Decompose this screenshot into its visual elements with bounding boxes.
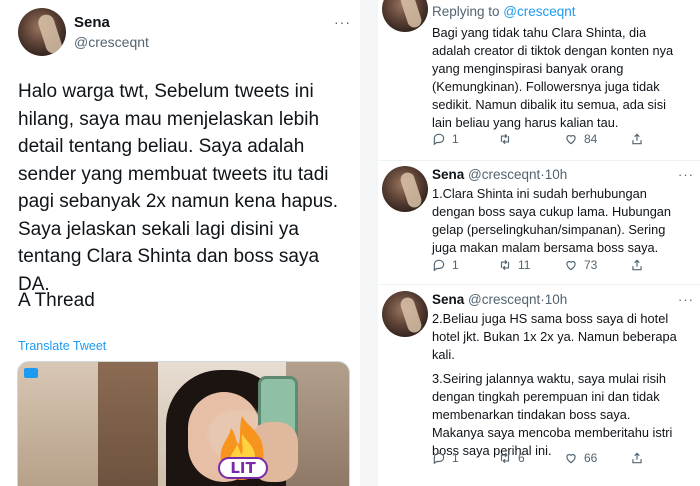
reply-text-line: sedikit. Namun dibalik itu semua, ada si… [432,97,667,112]
like-count: 73 [584,258,598,272]
replying-prefix: Replying to [432,4,504,19]
reply-text-line: Bagi yang tidak tahu Clara Shinta, dia [432,25,647,40]
reply-text-line: Makanya saya mencoba memberitahu istri [432,425,673,440]
reply-icon [433,259,445,272]
author-handle[interactable]: @cresceqnt [74,34,149,50]
tweet-time[interactable]: ·10h [540,167,567,182]
reply-button[interactable]: 1 [432,451,459,465]
like-count: 84 [584,132,598,146]
thread-label: A Thread [18,290,95,311]
like-button[interactable]: 84 [564,132,597,146]
more-icon[interactable]: ··· [334,14,351,30]
more-icon[interactable]: ··· [678,292,694,307]
retweet-icon [500,452,510,464]
reply-text: 2.Beliau juga HS sama boss saya di hotel… [432,310,698,460]
tweet-text-line: pagi sebanyak 2x namun kena hapus. [18,191,339,212]
author-handle[interactable]: @cresceqnt [468,167,540,182]
reply-text-line: hotel jkt. Bukan 1x 2x ya. Namun beberap… [432,329,677,344]
reply-thread: Replying to @cresceqnt Bagi yang tidak t… [378,0,700,486]
tweet-media-image[interactable]: LIT [17,361,350,486]
author-name[interactable]: Sena [432,167,464,182]
avatar[interactable] [18,8,66,56]
reply-button[interactable]: 1 [432,258,459,272]
reply-count: 1 [452,451,459,465]
translate-tweet-link[interactable]: Translate Tweet [18,339,106,353]
retweet-button[interactable]: 6 [498,451,525,465]
reply-text-line: gelap (perselingkuhan/simpanan). Sering [432,222,666,237]
reply-icon [433,452,445,465]
photo-background [18,362,98,486]
retweet-count: 6 [518,451,525,465]
more-icon[interactable]: ··· [678,167,694,182]
share-icon [632,259,642,271]
share-icon [632,133,642,145]
tweet-text-line: tentang Clara Shinta dan boss saya [18,246,320,267]
retweet-icon [500,133,510,145]
tweet-header: Sena @cresceqnt·10h [432,167,567,182]
tweet-text: Halo warga twt, Sebelum tweets ini hilan… [18,78,348,298]
reply-count: 1 [452,258,459,272]
tweet-separator [378,160,700,161]
like-button[interactable]: 73 [564,258,597,272]
like-icon [566,261,576,271]
tweet-time[interactable]: ·10h [540,292,567,307]
media-badge-icon [24,368,38,378]
tweet-text-line: sender yang membuat tweets itu tadi [18,163,329,185]
like-icon [566,135,576,145]
reply-text-line: 2.Beliau juga HS sama boss saya di hotel [432,311,669,326]
avatar[interactable] [382,291,428,337]
main-tweet: Sena @cresceqnt ··· Halo warga twt, Sebe… [0,0,360,486]
share-icon [632,452,642,464]
avatar[interactable] [382,0,428,32]
like-count: 66 [584,451,598,465]
retweet-button[interactable]: 11 [498,258,530,272]
reply-text-line: adalah creator di tiktok dengan konten n… [432,43,674,58]
reply-text: 1.Clara Shinta ini sudah berhubungan den… [432,185,698,257]
author-name[interactable]: Sena [74,14,110,31]
share-button[interactable] [630,451,644,465]
reply-count: 1 [452,132,459,146]
reply-text-line: (Kemungkinan). Followersnya juga tidak [432,79,660,94]
replying-mention[interactable]: @cresceqnt [503,4,575,19]
reply-text-line: kali. [432,347,455,362]
tweet-separator [378,284,700,285]
avatar[interactable] [382,166,428,212]
reply-text-line: 3.Seiring jalannya waktu, saya mulai ris… [432,371,667,386]
share-button[interactable] [630,132,644,146]
tweet-header: Sena @cresceqnt·10h [432,292,567,307]
author-name[interactable]: Sena [432,292,464,307]
photo-background [98,362,158,486]
reply-text-line: lain beliau yang harus kalian tau. [432,115,619,130]
retweet-count: 11 [518,258,531,272]
reply-icon [433,133,445,146]
reply-button[interactable]: 1 [432,132,459,146]
tweet-text-line: detail tentang beliau. Saya adalah [18,136,305,157]
reply-text-line: 1.Clara Shinta ini sudah berhubungan [432,186,647,201]
tweet-text-line: Saya jelaskan sekali lagi disini ya [18,218,299,240]
reply-text-line: yang menginspirasi banyak orang [432,61,624,76]
tweet-text-line: Halo warga twt, Sebelum tweets ini [18,81,314,102]
replying-to: Replying to @cresceqnt [432,4,576,19]
reply-text-line: dengan tingkah perempuan ini dan tidak [432,389,660,404]
like-icon [566,454,576,464]
action-bar: 1 11 73 [432,258,698,274]
tweet-text-line: hilang, saya mau menjelaskan lebih [18,108,320,130]
retweet-icon [500,259,510,271]
lit-sticker: LIT [218,457,268,479]
panel-divider [360,0,378,486]
action-bar: 1 84 [432,132,698,148]
reply-text-line: dengan boss saya cukup lama. Hubungan [432,204,672,219]
like-button[interactable]: 66 [564,451,597,465]
share-button[interactable] [630,258,644,272]
retweet-button[interactable] [498,132,518,146]
reply-text-line: juga makan malam bersama boss saya. [432,240,659,255]
author-handle[interactable]: @cresceqnt [468,292,540,307]
reply-text-line: membenarkan tindakan boss saya. [432,407,631,422]
action-bar: 1 6 66 [432,451,698,467]
reply-text: Bagi yang tidak tahu Clara Shinta, dia a… [432,24,698,132]
